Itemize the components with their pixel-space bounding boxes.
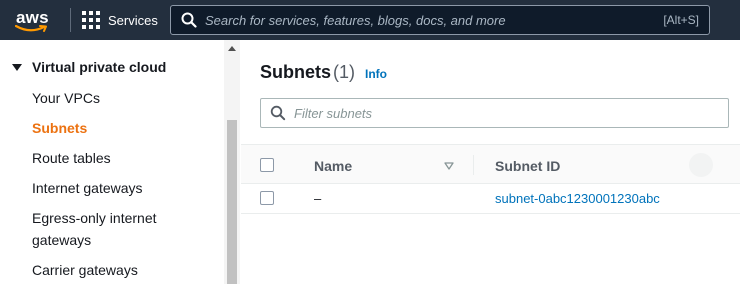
sidebar-item-your-vpcs[interactable]: Your VPCs [32,87,100,109]
info-link[interactable]: Info [365,67,387,81]
sidebar-section-title: Virtual private cloud [32,59,167,75]
search-icon [181,12,197,28]
sidebar-item-carrier-gateways[interactable]: Carrier gateways [32,259,138,281]
nav-divider [70,8,71,32]
sort-down-icon[interactable] [444,162,454,170]
sidebar-item-egress-only-internet-gateways[interactable]: Egress-only internet [32,207,157,229]
sidebar-section-vpc[interactable]: Virtual private cloud [12,59,166,75]
sidebar-item-internet-gateways[interactable]: Internet gateways [32,177,143,199]
top-navigation-bar: aws Services [Alt+S] [0,0,740,40]
sidebar-navigation: Virtual private cloud Your VPCs Subnets … [0,40,240,284]
services-label: Services [108,12,158,28]
search-icon [270,105,286,121]
cell-name: – [314,191,322,206]
page-title: Subnets [260,62,332,82]
filter-subnets-box[interactable] [260,98,729,128]
sidebar-item-route-tables[interactable]: Route tables [32,147,111,169]
select-all-checkbox[interactable] [260,158,274,172]
sidebar-item-subnets[interactable]: Subnets [32,117,87,139]
sidebar-scrollbar[interactable] [224,40,240,284]
main-content: Subnets (1) Info Name Subnet ID – subnet… [241,40,740,284]
search-shortcut-hint: [Alt+S] [663,13,699,27]
sidebar-scrollbar-thumb[interactable] [227,120,237,284]
global-search-input[interactable] [205,11,625,29]
page-count: (1) [333,62,355,82]
aws-logo[interactable]: aws [14,6,54,34]
filter-subnets-input[interactable] [294,104,714,122]
cell-subnet-id-link[interactable]: subnet-0abc1230001230abc [495,191,660,206]
sidebar-item-egress-only-internet-gateways-line2[interactable]: gateways [32,229,91,251]
table-row[interactable]: – subnet-0abc1230001230abc [241,184,740,214]
table-settings-icon[interactable] [689,153,713,177]
column-divider[interactable] [473,155,474,175]
column-header-name[interactable]: Name [314,158,352,174]
aws-smile-icon [15,25,47,32]
column-header-subnet-id[interactable]: Subnet ID [495,158,560,174]
caret-down-icon [12,63,22,71]
scroll-up-arrow-icon[interactable] [228,46,236,51]
services-button[interactable]: Services [82,9,158,31]
row-select-checkbox[interactable] [260,191,274,205]
global-search-bar[interactable]: [Alt+S] [170,5,710,35]
services-grid-icon [82,11,100,29]
table-header-row: Name Subnet ID [241,144,740,184]
